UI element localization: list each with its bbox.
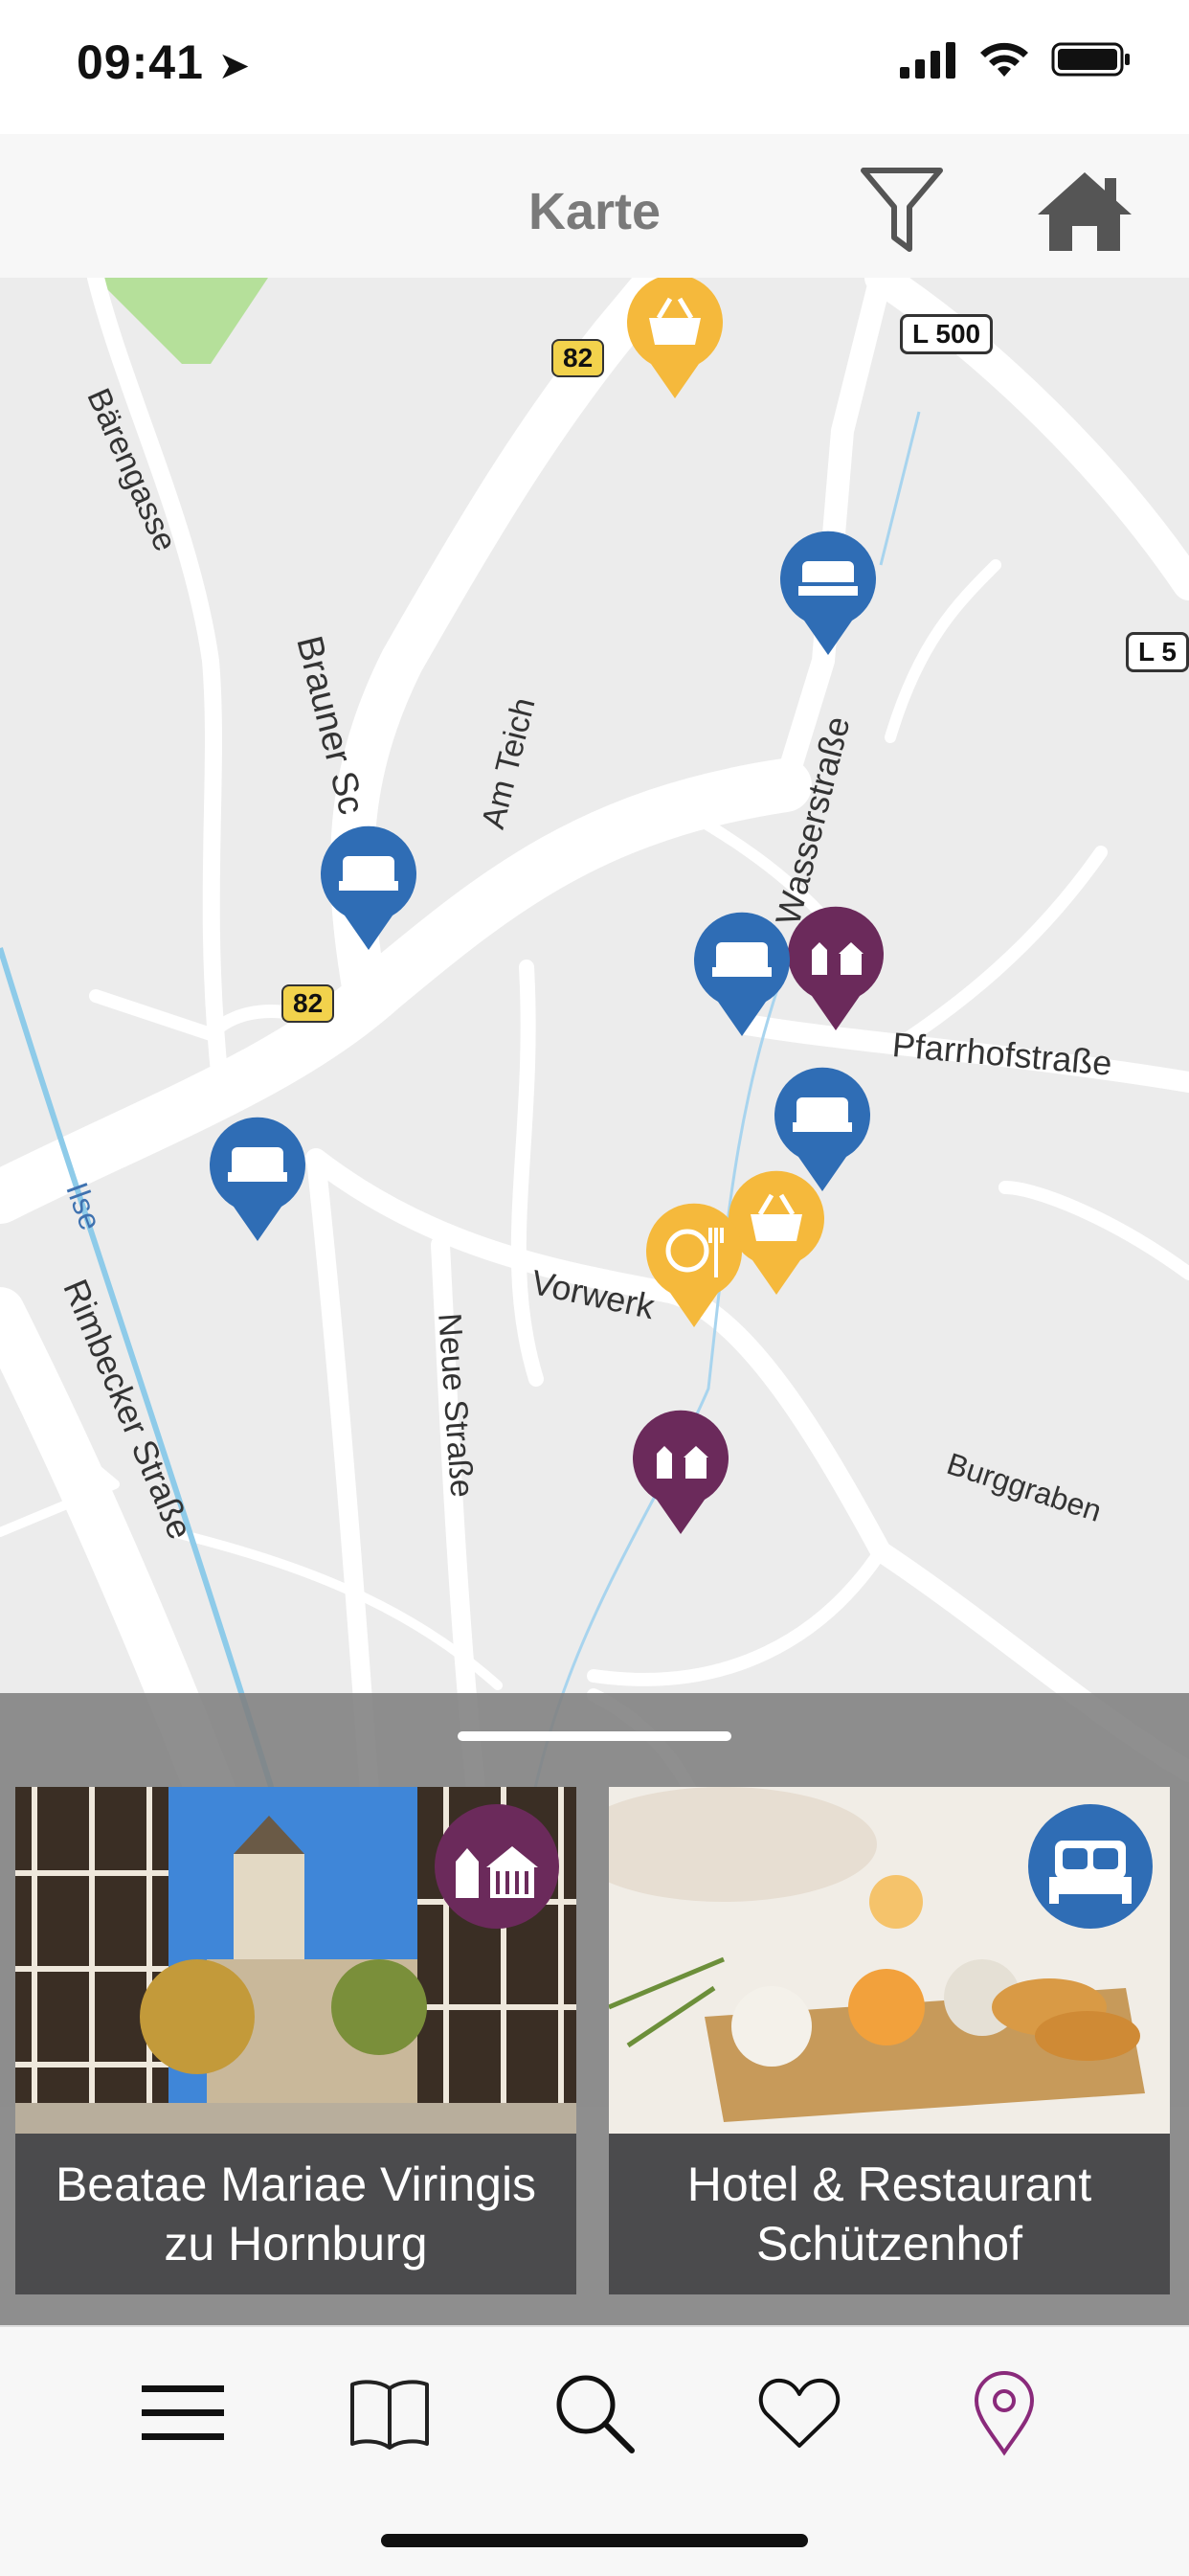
sheet-grabber[interactable]: [458, 1731, 731, 1741]
filter-button[interactable]: [860, 165, 944, 257]
road-badge: L 500: [900, 314, 994, 354]
battery-icon: [1051, 42, 1130, 77]
book-icon: [350, 2380, 429, 2450]
church-badge: [435, 1804, 559, 1929]
tab-book[interactable]: [337, 2365, 442, 2461]
home-icon: [1038, 172, 1132, 251]
status-icons: [900, 40, 1132, 79]
map-pin-restaurant[interactable]: [641, 1197, 747, 1331]
menu-icon: [142, 2385, 224, 2440]
road-badge: L 5: [1126, 632, 1189, 672]
map-pin-shopping[interactable]: [622, 278, 728, 402]
church-icon: [456, 1846, 538, 1898]
bottom-sheet[interactable]: Beatae Mariae Viringis zu Hornburg Hotel …: [0, 1693, 1189, 2325]
tab-favorites[interactable]: [747, 2365, 852, 2461]
tab-menu[interactable]: [130, 2365, 236, 2461]
home-button[interactable]: [1034, 169, 1135, 255]
nav-bar: Karte: [0, 134, 1189, 280]
church-icon: [633, 1410, 729, 1534]
wifi-icon: [980, 42, 1028, 77]
map-pin-hotel[interactable]: [689, 906, 795, 1040]
road-badge: 82: [551, 339, 605, 377]
home-indicator: [381, 2534, 808, 2547]
filter-icon: [861, 168, 943, 252]
tab-search[interactable]: [542, 2365, 647, 2461]
tab-map[interactable]: [952, 2365, 1057, 2461]
page-title: Karte: [527, 183, 662, 240]
road-badge: 82: [281, 984, 335, 1023]
map-pin-hotel[interactable]: [205, 1111, 310, 1245]
hotel-badge: [1028, 1804, 1153, 1929]
map-pin-hotel[interactable]: [316, 820, 421, 954]
map-pin-church[interactable]: [783, 900, 888, 1034]
bed-icon: [780, 531, 876, 655]
heart-icon: [758, 2378, 841, 2448]
church-icon: [788, 906, 884, 1030]
place-card[interactable]: Beatae Mariae Viringis zu Hornburg: [15, 1787, 576, 2294]
map-pin-church[interactable]: [628, 1404, 733, 1538]
location-pin-icon: [974, 2371, 1035, 2456]
bed-icon: [694, 912, 790, 1036]
bed-icon: [210, 1117, 305, 1241]
place-card-title: Hotel & Restaurant Schützenhof: [686, 2158, 1092, 2271]
restaurant-icon: [646, 1203, 742, 1327]
status-time: 09:41 ➤: [77, 35, 252, 89]
shopping-basket-icon: [627, 278, 723, 398]
status-bar: 09:41 ➤: [0, 0, 1189, 134]
place-card[interactable]: Hotel & Restaurant Schützenhof: [609, 1787, 1170, 2294]
signal-icon: [900, 42, 955, 79]
search-icon: [556, 2375, 635, 2453]
map-pin-hotel[interactable]: [775, 525, 881, 659]
place-card-title: Beatae Mariae Viringis zu Hornburg: [55, 2158, 537, 2271]
bed-icon: [321, 825, 416, 950]
bed-icon: [1049, 1841, 1132, 1904]
